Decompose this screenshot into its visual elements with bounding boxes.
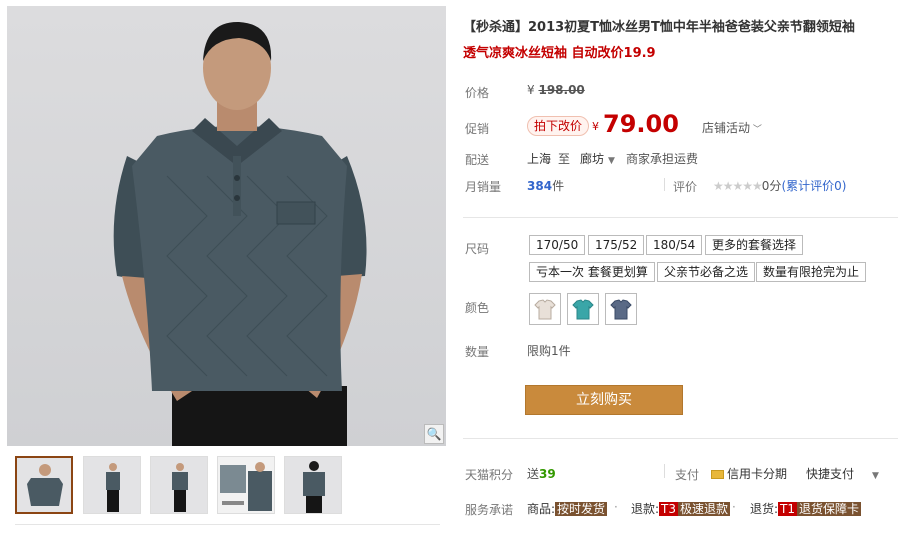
- active-thumb-indicator: [42, 456, 54, 457]
- monthly-sales-count: 384: [527, 179, 553, 193]
- size-label: 尺码: [465, 242, 490, 256]
- shipping-to-word: 至: [558, 152, 571, 166]
- monthly-sales: 384件: [527, 177, 564, 194]
- shipping-label: 配送: [465, 153, 490, 167]
- service-return-label: 退货:: [750, 502, 779, 516]
- credit-card-icon: [711, 470, 724, 479]
- size-option[interactable]: 亏本一次 套餐更划算: [529, 262, 655, 282]
- thumbnail-5[interactable]: [284, 456, 342, 514]
- thumbnail-image: [84, 457, 140, 513]
- color-swatch-teal[interactable]: [567, 293, 599, 325]
- service-refund[interactable]: 退款: T3 极速退款: [631, 500, 731, 517]
- credit-card-installment[interactable]: 信用卡分期: [711, 465, 787, 482]
- thumbnail-strip: [15, 456, 440, 518]
- size-option[interactable]: 更多的套餐选择: [705, 235, 804, 255]
- thumbnail-image: [285, 457, 341, 513]
- quantity-limit: 限购1件: [527, 344, 571, 358]
- color-swatch-navy[interactable]: [605, 293, 637, 325]
- thumbnail-divider: [15, 524, 440, 525]
- thumbnail-1[interactable]: [15, 456, 73, 514]
- sales-divider: [664, 178, 665, 191]
- thumbnail-2[interactable]: [83, 456, 141, 514]
- points: 送39: [527, 465, 556, 482]
- credit-card-label: 信用卡分期: [727, 467, 788, 481]
- quick-pay-label: 快捷支付: [806, 467, 855, 481]
- points-label: 天猫积分: [465, 468, 514, 482]
- shirt-icon: [572, 299, 594, 320]
- size-option[interactable]: 父亲节必备之选: [657, 262, 756, 282]
- caret-down-icon: ▼: [608, 156, 615, 166]
- size-option[interactable]: 180/54: [646, 235, 703, 255]
- promo-badge: 拍下改价: [527, 116, 590, 136]
- service-return-code: T1: [778, 502, 798, 516]
- size-option[interactable]: 数量有限抢完为止: [756, 262, 867, 282]
- service-dot: ·: [732, 500, 736, 514]
- size-option[interactable]: 170/50: [529, 235, 586, 255]
- zoom-icon[interactable]: 🔍: [424, 424, 444, 444]
- shirt-icon: [610, 299, 632, 320]
- monthly-sales-unit: 件: [552, 179, 565, 193]
- store-activity-label: 店铺活动: [702, 121, 751, 135]
- rating: ★★★★★0分(累计评价0): [713, 177, 846, 194]
- caret-down-icon: ▼: [872, 471, 879, 481]
- model-photo: [113, 21, 367, 446]
- size-option[interactable]: 175/52: [588, 235, 645, 255]
- price-label: 价格: [465, 86, 490, 100]
- promo-currency: ¥: [592, 120, 599, 133]
- section-divider: [463, 438, 898, 439]
- section-divider: [463, 217, 898, 218]
- points-divider: [664, 464, 665, 478]
- main-product-image[interactable]: 🔍: [7, 6, 446, 446]
- quantity-label: 数量: [465, 345, 490, 359]
- color-swatch-beige[interactable]: [529, 293, 561, 325]
- service-refund-label: 退款:: [631, 502, 660, 516]
- service-label: 服务承诺: [465, 503, 514, 517]
- rating-value: 0分: [761, 179, 782, 193]
- points-give: 送: [527, 467, 540, 481]
- service-goods-label: 商品:: [527, 502, 556, 516]
- promo-label: 促销: [465, 122, 490, 136]
- currency-symbol: ¥: [527, 83, 535, 97]
- thumbnail-3[interactable]: [150, 456, 208, 514]
- review-count-link[interactable]: (累计评价0): [781, 179, 846, 193]
- service-refund-tag: 极速退款: [678, 502, 731, 516]
- thumbnail-image: [151, 457, 207, 513]
- rating-stars-icon: ★★★★★: [713, 179, 763, 193]
- points-value: 39: [539, 467, 556, 481]
- thumbnail-image: [218, 457, 274, 513]
- monthly-sales-label: 月销量: [465, 180, 502, 194]
- service-refund-code: T3: [659, 502, 679, 516]
- service-return-tag: 退货保障卡: [797, 502, 862, 516]
- service-return[interactable]: 退货: T1 退货保障卡: [750, 500, 862, 517]
- shipping-destination: 廊坊: [580, 152, 605, 166]
- original-price-value: 198.00: [538, 83, 585, 97]
- shipping-note: 商家承担运费: [626, 152, 699, 166]
- product-subtitle: 透气凉爽冰丝短袖 自动改价19.9: [463, 46, 656, 61]
- color-label: 颜色: [465, 301, 490, 315]
- promo-price: 79.00: [603, 110, 679, 138]
- thumbnail-4[interactable]: [217, 456, 275, 514]
- shipping-destination-select[interactable]: 廊坊 ▼: [580, 150, 615, 167]
- shipping-from: 上海: [527, 152, 552, 166]
- chevron-down-icon: ﹀: [750, 125, 762, 135]
- quick-pay[interactable]: 快捷支付 ▼: [806, 465, 879, 482]
- rating-label: 评价: [673, 180, 698, 194]
- service-dot: ·: [614, 500, 618, 514]
- service-goods[interactable]: 商品: 按时发货: [527, 500, 608, 517]
- buy-now-button[interactable]: 立刻购买: [525, 385, 683, 415]
- product-title: 【秒杀通】2013初夏T恤冰丝男T恤中年半袖爸爸装父亲节翻领短袖: [463, 20, 855, 35]
- original-price: ¥ 198.00: [527, 83, 585, 97]
- thumbnail-image: [17, 458, 71, 512]
- payment-label: 支付: [675, 468, 700, 482]
- store-activity-dropdown[interactable]: 店铺活动 ﹀: [702, 119, 762, 136]
- service-goods-tag: 按时发货: [555, 502, 608, 516]
- shirt-icon: [534, 299, 556, 320]
